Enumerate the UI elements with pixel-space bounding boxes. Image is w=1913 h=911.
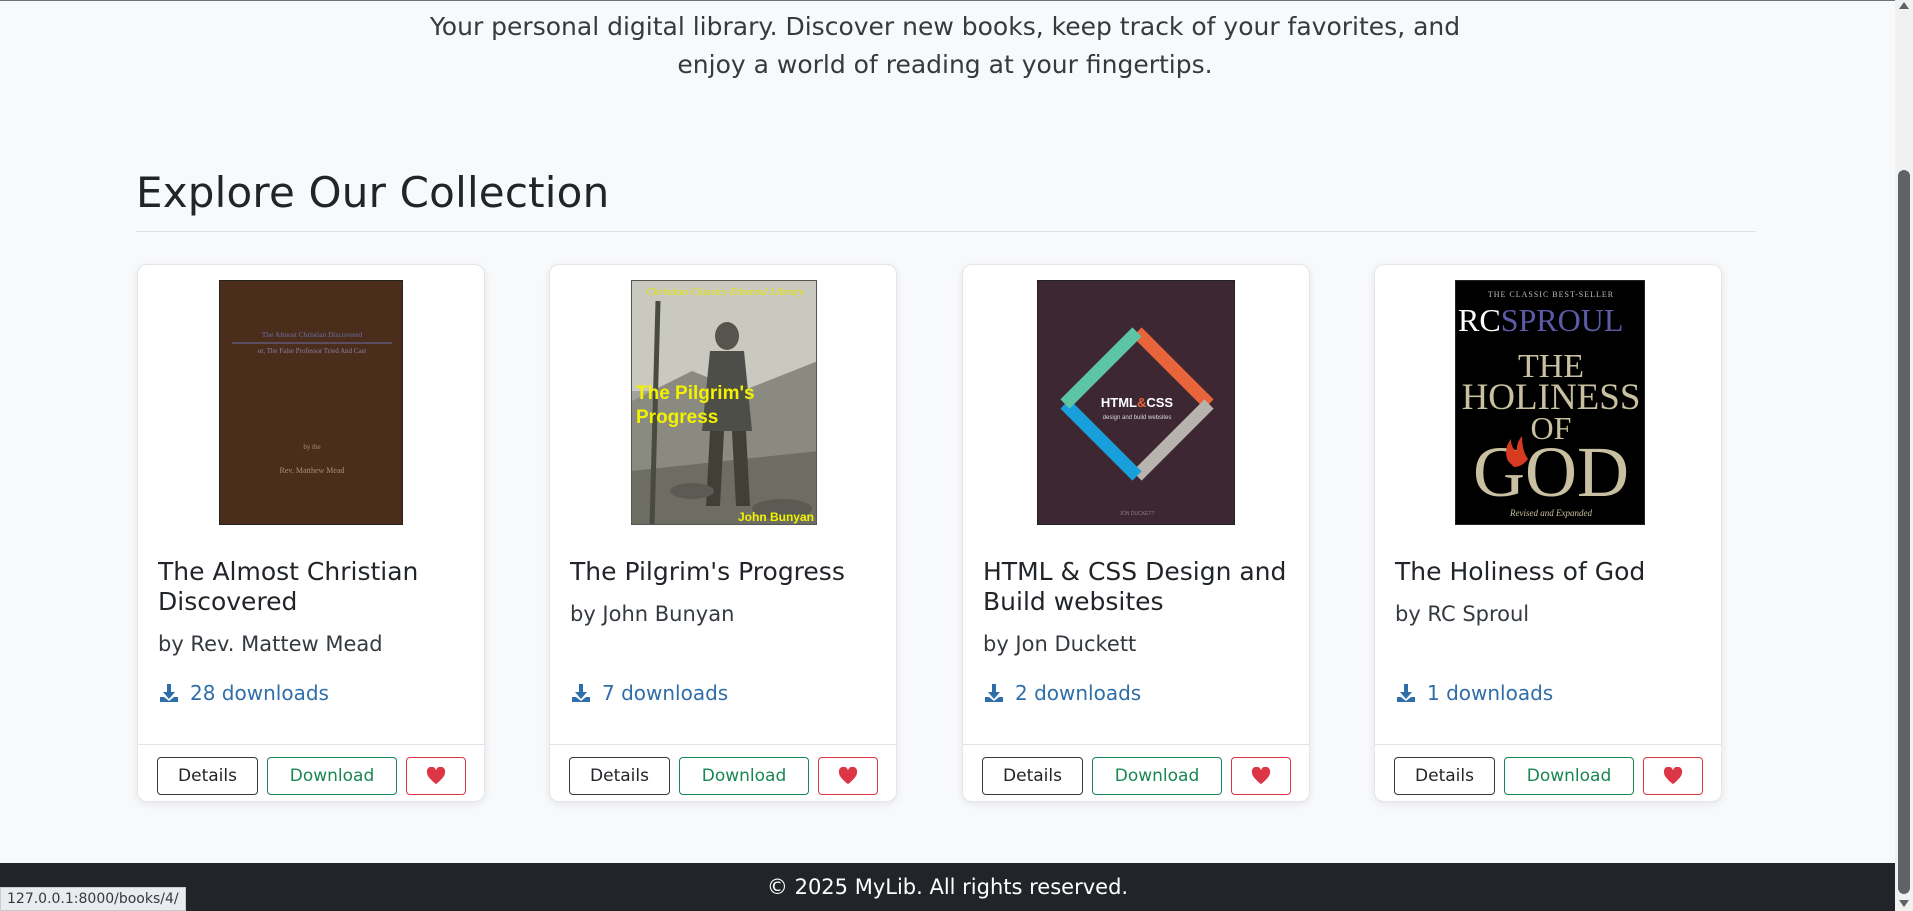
hero-tagline: Your personal digital library. Discover … — [429, 12, 1461, 79]
download-icon — [572, 684, 590, 702]
download-icon — [1397, 684, 1415, 702]
book-card: THE CLASSIC BEST-SELLER RCSPROUL THE HOL… — [1374, 264, 1722, 802]
cover-name: Rev. Matthew Mead — [279, 466, 344, 475]
svg-text:GOD: GOD — [1473, 432, 1629, 512]
book-cover[interactable]: THE CLASSIC BEST-SELLER RCSPROUL THE HOL… — [1455, 280, 1645, 525]
download-button[interactable]: Download — [267, 757, 397, 795]
scroll-down-arrow-icon[interactable] — [1899, 900, 1909, 907]
svg-text:The Pilgrim's: The Pilgrim's — [636, 383, 755, 404]
details-button[interactable]: Details — [157, 757, 258, 795]
book-author: by Jon Duckett — [983, 632, 1137, 656]
cover-edition: Revised and Expanded — [1509, 508, 1592, 518]
book-title[interactable]: The Holiness of God — [1395, 557, 1715, 587]
cover-subtitle: design and build websites — [1103, 415, 1172, 421]
favorite-button[interactable] — [406, 757, 466, 795]
heart-icon — [426, 767, 446, 785]
download-button[interactable]: Download — [1092, 757, 1222, 795]
heart-icon — [1251, 767, 1271, 785]
book-author: by RC Sproul — [1395, 602, 1530, 626]
download-count: 28 downloads — [158, 681, 329, 705]
book-cover[interactable]: Christian Classics Ethereal Library The … — [631, 280, 817, 525]
details-button[interactable]: Details — [1394, 757, 1495, 795]
cover-line1: The Almost Christian Discovered — [262, 330, 363, 339]
svg-text:HTML&CSS: HTML&CSS — [1101, 395, 1174, 410]
download-button[interactable]: Download — [1504, 757, 1634, 795]
book-card: The Almost Christian Discovered or, The … — [137, 264, 485, 802]
download-count-label: 7 downloads — [602, 681, 729, 705]
vertical-scrollbar[interactable] — [1895, 0, 1913, 911]
cover-byline: by the — [303, 443, 320, 451]
download-count-label: 28 downloads — [190, 681, 329, 705]
card-actions: Details Download — [1375, 744, 1721, 802]
status-bar-url: 127.0.0.1:8000/books/4/ — [0, 887, 186, 911]
book-cover[interactable]: HTML&CSS design and build websites JON D… — [1037, 280, 1235, 525]
download-icon — [160, 684, 178, 702]
download-count: 2 downloads — [983, 681, 1141, 705]
top-border — [0, 0, 1895, 1]
cover-author: John Bunyan — [738, 510, 814, 524]
book-card: HTML&CSS design and build websites JON D… — [962, 264, 1310, 802]
book-title[interactable]: The Almost Christian Discovered — [158, 557, 478, 617]
details-button[interactable]: Details — [982, 757, 1083, 795]
book-author: by John Bunyan — [570, 602, 735, 626]
book-cover[interactable]: The Almost Christian Discovered or, The … — [219, 280, 403, 525]
download-count: 7 downloads — [570, 681, 728, 705]
book-title[interactable]: The Pilgrim's Progress — [570, 557, 890, 587]
download-count-label: 2 downloads — [1015, 681, 1142, 705]
card-actions: Details Download — [550, 744, 896, 802]
favorite-button[interactable] — [818, 757, 878, 795]
download-count-label: 1 downloads — [1427, 681, 1554, 705]
cover-series: Christian Classics Ethereal Library — [646, 286, 804, 298]
book-title[interactable]: HTML & CSS Design and Build websites — [983, 557, 1303, 617]
section-title: Explore Our Collection — [136, 168, 610, 217]
section-divider — [136, 231, 1756, 232]
cover-tag: THE CLASSIC BEST-SELLER — [1488, 290, 1614, 299]
favorite-button[interactable] — [1643, 757, 1703, 795]
favorite-button[interactable] — [1231, 757, 1291, 795]
scrollbar-thumb[interactable] — [1898, 170, 1910, 894]
svg-text:RCSPROUL: RCSPROUL — [1458, 302, 1623, 338]
book-card: Christian Classics Ethereal Library The … — [549, 264, 897, 802]
cover-line2: or, The False Professor Tried And Cast — [258, 347, 367, 355]
scroll-up-arrow-icon[interactable] — [1899, 2, 1909, 9]
card-actions: Details Download — [138, 744, 484, 802]
cover-author: JON DUCKETT — [1120, 511, 1155, 517]
download-icon — [985, 684, 1003, 702]
card-actions: Details Download — [963, 744, 1309, 802]
page-footer: © 2025 MyLib. All rights reserved. — [0, 863, 1895, 911]
details-button[interactable]: Details — [569, 757, 670, 795]
download-count: 1 downloads — [1395, 681, 1553, 705]
heart-icon — [1663, 767, 1683, 785]
heart-icon — [838, 767, 858, 785]
book-author: by Rev. Mattew Mead — [158, 632, 383, 656]
download-button[interactable]: Download — [679, 757, 809, 795]
svg-text:Progress: Progress — [636, 407, 718, 428]
